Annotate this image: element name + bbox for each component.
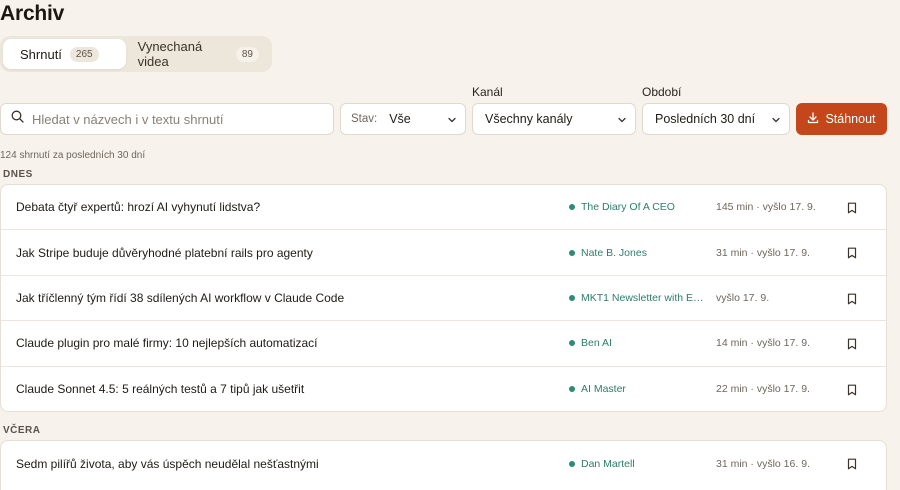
search-box — [0, 103, 334, 135]
tab-summaries-count: 265 — [69, 46, 99, 62]
channel-dot-icon — [569, 204, 575, 211]
item-channel-name: Nate B. Jones — [581, 246, 647, 259]
item-channel-name: AI Master — [581, 383, 626, 396]
item-title: Claude Sonnet 4.5: 5 reálných testů a 7 … — [16, 382, 305, 397]
summary-list-today: Debata čtyř expertů: hrozí AI vyhynutí l… — [0, 184, 887, 412]
bookmark-icon[interactable] — [847, 383, 857, 401]
group-label-yesterday: VČERA — [3, 425, 41, 436]
item-channel-name: The Diary Of A CEO — [581, 201, 675, 214]
bookmark-icon[interactable] — [847, 457, 857, 475]
item-channel[interactable]: MKT1 Newsletter with Em… — [569, 292, 707, 304]
channel-select[interactable]: Všechny kanály — [472, 103, 636, 135]
channel-dot-icon — [569, 386, 575, 393]
search-icon — [11, 110, 24, 128]
channel-dot-icon — [569, 294, 575, 301]
item-channel[interactable]: Nate B. Jones — [569, 247, 707, 259]
download-button-label: Stáhnout — [825, 112, 876, 126]
item-meta: 145 min · vyšlo 17. 9. — [716, 201, 816, 214]
item-meta: 31 min · vyšlo 16. 9. — [716, 457, 810, 470]
tab-skipped-label: Vynechaná videa — [137, 39, 203, 69]
status-select-prefix: Stav: — [351, 113, 378, 125]
status-select[interactable]: Stav: Vše — [340, 103, 466, 135]
chevron-down-icon — [617, 114, 627, 128]
item-title: Claude plugin pro malé firmy: 10 nejlepš… — [16, 336, 318, 351]
status-select-value: Vše — [389, 112, 411, 126]
item-meta: 31 min · vyšlo 17. 9. — [716, 246, 810, 259]
channel-filter-label: Kanál — [472, 85, 503, 99]
tab-summaries-label: Shrnutí — [20, 46, 62, 62]
item-channel-name: Dan Martell — [581, 457, 635, 470]
results-count: 124 shrnutí za posledních 30 dní — [0, 150, 146, 161]
chevron-down-icon — [771, 114, 781, 128]
list-item[interactable]: Jak Stripe buduje důvěryhodné platební r… — [1, 230, 886, 276]
item-channel[interactable]: Dan Martell — [569, 458, 707, 470]
bookmark-icon[interactable] — [847, 337, 857, 355]
tab-bar: Shrnutí 265 Vynechaná videa 89 — [0, 36, 272, 72]
download-icon — [807, 111, 819, 127]
item-meta: 14 min · vyšlo 17. 9. — [716, 337, 810, 350]
chevron-down-icon — [447, 114, 457, 128]
tab-skipped-videos[interactable]: Vynechaná videa 89 — [128, 39, 269, 69]
item-meta: 22 min · vyšlo 17. 9. — [716, 383, 810, 396]
list-item[interactable]: Claude plugin pro malé firmy: 10 nejlepš… — [1, 321, 886, 367]
item-channel[interactable]: AI Master — [569, 383, 707, 395]
tab-summaries[interactable]: Shrnutí 265 — [3, 39, 126, 69]
period-filter-label: Období — [642, 85, 682, 99]
item-channel-name: MKT1 Newsletter with Em… — [581, 291, 707, 304]
item-channel-name: Ben AI — [581, 337, 612, 350]
period-select-value: Posledních 30 dní — [655, 112, 756, 126]
item-channel[interactable]: Ben AI — [569, 337, 707, 349]
item-meta: vyšlo 17. 9. — [716, 291, 770, 304]
item-title: Jak tříčlenný tým řídí 38 sdílených AI w… — [16, 290, 345, 305]
channel-dot-icon — [569, 249, 575, 256]
bookmark-icon[interactable] — [847, 246, 857, 264]
page-title: Archiv — [0, 2, 65, 25]
channel-dot-icon — [569, 460, 575, 467]
bookmark-icon[interactable] — [847, 292, 857, 310]
search-input[interactable] — [32, 111, 322, 127]
item-title: Sedm pilířů života, aby vás úspěch neudě… — [16, 456, 319, 471]
channel-dot-icon — [569, 340, 575, 347]
period-select[interactable]: Posledních 30 dní — [642, 103, 790, 135]
bookmark-icon[interactable] — [847, 201, 857, 219]
list-item[interactable]: Jak tříčlenný tým řídí 38 sdílených AI w… — [1, 276, 886, 322]
list-item[interactable]: Debata čtyř expertů: hrozí AI vyhynutí l… — [1, 185, 886, 231]
tab-skipped-count: 89 — [235, 46, 259, 62]
channel-select-value: Všechny kanály — [485, 112, 573, 126]
download-button[interactable]: Stáhnout — [796, 103, 887, 135]
list-item[interactable]: Sedm pilířů života, aby vás úspěch neudě… — [1, 441, 886, 486]
item-title: Jak Stripe buduje důvěryhodné platební r… — [16, 245, 313, 260]
item-title: Debata čtyř expertů: hrozí AI vyhynutí l… — [16, 200, 261, 215]
group-label-today: DNES — [3, 169, 33, 180]
list-item[interactable]: Claude Sonnet 4.5: 5 reálných testů a 7 … — [1, 367, 886, 411]
summary-list-yesterday: Sedm pilířů života, aby vás úspěch neudě… — [0, 440, 887, 490]
item-channel[interactable]: The Diary Of A CEO — [569, 201, 707, 213]
